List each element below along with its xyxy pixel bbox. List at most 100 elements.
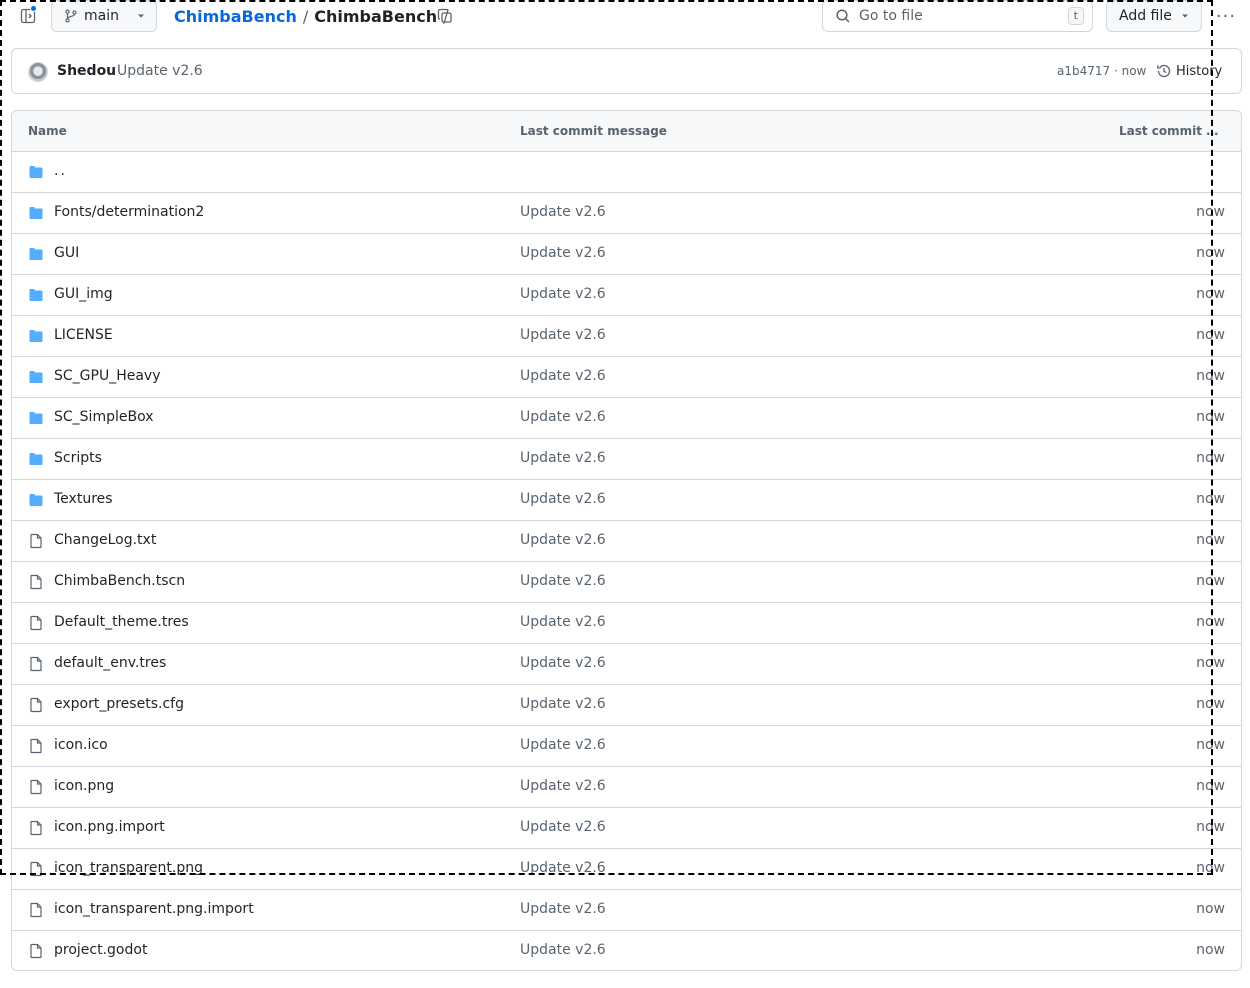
keyboard-shortcut-hint: t bbox=[1067, 7, 1084, 25]
row-commit-message[interactable]: Update v2.6 bbox=[520, 819, 606, 835]
parent-directory-row[interactable]: .. bbox=[12, 152, 1241, 193]
row-commit-message[interactable]: Update v2.6 bbox=[520, 737, 606, 753]
file-icon bbox=[30, 615, 42, 631]
folder-row[interactable]: Textures Update v2.6 now bbox=[12, 480, 1241, 521]
file-link[interactable]: ChangeLog.txt bbox=[54, 532, 156, 548]
file-row[interactable]: icon.png Update v2.6 now bbox=[12, 767, 1241, 808]
file-icon bbox=[30, 943, 42, 959]
file-link[interactable]: default_env.tres bbox=[54, 655, 166, 671]
row-commit-message[interactable]: Update v2.6 bbox=[520, 942, 606, 958]
row-commit-message[interactable]: Update v2.6 bbox=[520, 532, 606, 548]
folder-row[interactable]: LICENSE Update v2.6 now bbox=[12, 316, 1241, 357]
commit-author[interactable]: Shedou bbox=[57, 63, 116, 79]
row-commit-date: now bbox=[1196, 737, 1225, 753]
row-commit-date: now bbox=[1196, 491, 1225, 507]
row-commit-message[interactable]: Update v2.6 bbox=[520, 450, 606, 466]
folder-link[interactable]: LICENSE bbox=[54, 327, 113, 343]
file-link[interactable]: Default_theme.tres bbox=[54, 614, 189, 630]
folder-link[interactable]: GUI_img bbox=[54, 286, 113, 302]
row-commit-message[interactable]: Update v2.6 bbox=[520, 778, 606, 794]
chevron-down-icon bbox=[138, 14, 144, 18]
row-commit-message[interactable]: Update v2.6 bbox=[520, 368, 606, 384]
file-icon bbox=[30, 533, 42, 549]
row-commit-date: now bbox=[1196, 245, 1225, 261]
avatar[interactable] bbox=[28, 62, 48, 82]
file-row[interactable]: export_presets.cfg Update v2.6 now bbox=[12, 685, 1241, 726]
file-link[interactable]: export_presets.cfg bbox=[54, 696, 184, 712]
row-commit-message[interactable]: Update v2.6 bbox=[520, 901, 606, 917]
chevron-down-icon bbox=[1181, 14, 1188, 18]
row-commit-date: now bbox=[1196, 532, 1225, 548]
row-commit-message[interactable]: Update v2.6 bbox=[520, 655, 606, 671]
repo-file-browser: main ChimbaBench / ChimbaBench / Go to f… bbox=[0, 0, 1250, 988]
kebab-horizontal-icon: ··· bbox=[1215, 5, 1237, 27]
file-link[interactable]: ChimbaBench.tscn bbox=[54, 573, 185, 589]
row-commit-message[interactable]: Update v2.6 bbox=[520, 491, 606, 507]
row-commit-message[interactable]: Update v2.6 bbox=[520, 614, 606, 630]
file-row[interactable]: icon.png.import Update v2.6 now bbox=[12, 808, 1241, 849]
breadcrumb-repo-link[interactable]: ChimbaBench bbox=[174, 7, 297, 26]
file-row[interactable]: project.godot Update v2.6 now bbox=[12, 931, 1241, 970]
parent-directory-link[interactable]: .. bbox=[54, 163, 67, 179]
sidebar-toggle-button[interactable] bbox=[12, 2, 44, 30]
add-file-button[interactable]: Add file bbox=[1106, 0, 1202, 32]
file-link[interactable]: project.godot bbox=[54, 942, 147, 958]
file-row[interactable]: default_env.tres Update v2.6 now bbox=[12, 644, 1241, 685]
go-to-file-input[interactable]: Go to file t bbox=[822, 0, 1093, 32]
row-commit-message[interactable]: Update v2.6 bbox=[520, 696, 606, 712]
row-commit-message[interactable]: Update v2.6 bbox=[520, 409, 606, 425]
folder-link[interactable]: SC_GPU_Heavy bbox=[54, 368, 161, 384]
folder-row[interactable]: GUI_img Update v2.6 now bbox=[12, 275, 1241, 316]
breadcrumb-separator: / bbox=[302, 6, 309, 26]
folder-icon bbox=[29, 248, 43, 260]
file-link[interactable]: icon.png.import bbox=[54, 819, 165, 835]
latest-commit-box: Shedou Update v2.6 a1b4717 · now History bbox=[11, 48, 1242, 94]
commit-sha-time[interactable]: a1b4717 · now bbox=[1057, 64, 1146, 78]
notification-dot bbox=[30, 5, 37, 12]
file-icon bbox=[30, 779, 42, 795]
folder-link[interactable]: Textures bbox=[54, 491, 113, 507]
branch-selector-button[interactable]: main bbox=[51, 0, 157, 32]
folder-row[interactable]: GUI Update v2.6 now bbox=[12, 234, 1241, 275]
row-commit-message[interactable]: Update v2.6 bbox=[520, 573, 606, 589]
history-label: History bbox=[1176, 63, 1223, 79]
row-commit-date: now bbox=[1196, 860, 1225, 876]
folder-row[interactable]: SC_GPU_Heavy Update v2.6 now bbox=[12, 357, 1241, 398]
file-row[interactable]: icon_transparent.png.import Update v2.6 no… bbox=[12, 890, 1241, 931]
row-commit-message[interactable]: Update v2.6 bbox=[520, 286, 606, 302]
file-row[interactable]: ChimbaBench.tscn Update v2.6 now bbox=[12, 562, 1241, 603]
column-header-name: Name bbox=[28, 124, 67, 138]
row-commit-date: now bbox=[1196, 901, 1225, 917]
row-commit-date: now bbox=[1196, 204, 1225, 220]
row-commit-message[interactable]: Update v2.6 bbox=[520, 245, 606, 261]
file-row[interactable]: icon_transparent.png Update v2.6 now bbox=[12, 849, 1241, 890]
file-link[interactable]: icon_transparent.png bbox=[54, 860, 203, 876]
copy-icon bbox=[437, 8, 452, 23]
search-icon bbox=[836, 9, 850, 23]
file-row[interactable]: icon.ico Update v2.6 now bbox=[12, 726, 1241, 767]
row-commit-message[interactable]: Update v2.6 bbox=[520, 327, 606, 343]
row-commit-date: now bbox=[1196, 942, 1225, 958]
folder-link[interactable]: SC_SimpleBox bbox=[54, 409, 154, 425]
file-link[interactable]: icon.png bbox=[54, 778, 114, 794]
file-link[interactable]: icon_transparent.png.import bbox=[54, 901, 254, 917]
file-link[interactable]: icon.ico bbox=[54, 737, 108, 753]
more-options-button[interactable]: ··· bbox=[1210, 2, 1242, 30]
table-header: Name Last commit message Last commit dat… bbox=[12, 111, 1241, 152]
folder-link[interactable]: GUI bbox=[54, 245, 79, 261]
row-commit-date: now bbox=[1196, 819, 1225, 835]
folder-row[interactable]: Fonts/determination2 Update v2.6 now bbox=[12, 193, 1241, 234]
folder-row[interactable]: Scripts Update v2.6 now bbox=[12, 439, 1241, 480]
folder-link[interactable]: Scripts bbox=[54, 450, 102, 466]
commit-message[interactable]: Update v2.6 bbox=[117, 63, 203, 79]
row-commit-date: now bbox=[1196, 614, 1225, 630]
file-row[interactable]: Default_theme.tres Update v2.6 now bbox=[12, 603, 1241, 644]
file-row[interactable]: ChangeLog.txt Update v2.6 now bbox=[12, 521, 1241, 562]
folder-icon bbox=[29, 412, 43, 424]
folder-row[interactable]: SC_SimpleBox Update v2.6 now bbox=[12, 398, 1241, 439]
copy-path-button[interactable] bbox=[433, 4, 457, 28]
folder-link[interactable]: Fonts/determination2 bbox=[54, 204, 204, 220]
history-button[interactable]: History bbox=[1156, 61, 1222, 81]
row-commit-message[interactable]: Update v2.6 bbox=[520, 204, 606, 220]
row-commit-message[interactable]: Update v2.6 bbox=[520, 860, 606, 876]
